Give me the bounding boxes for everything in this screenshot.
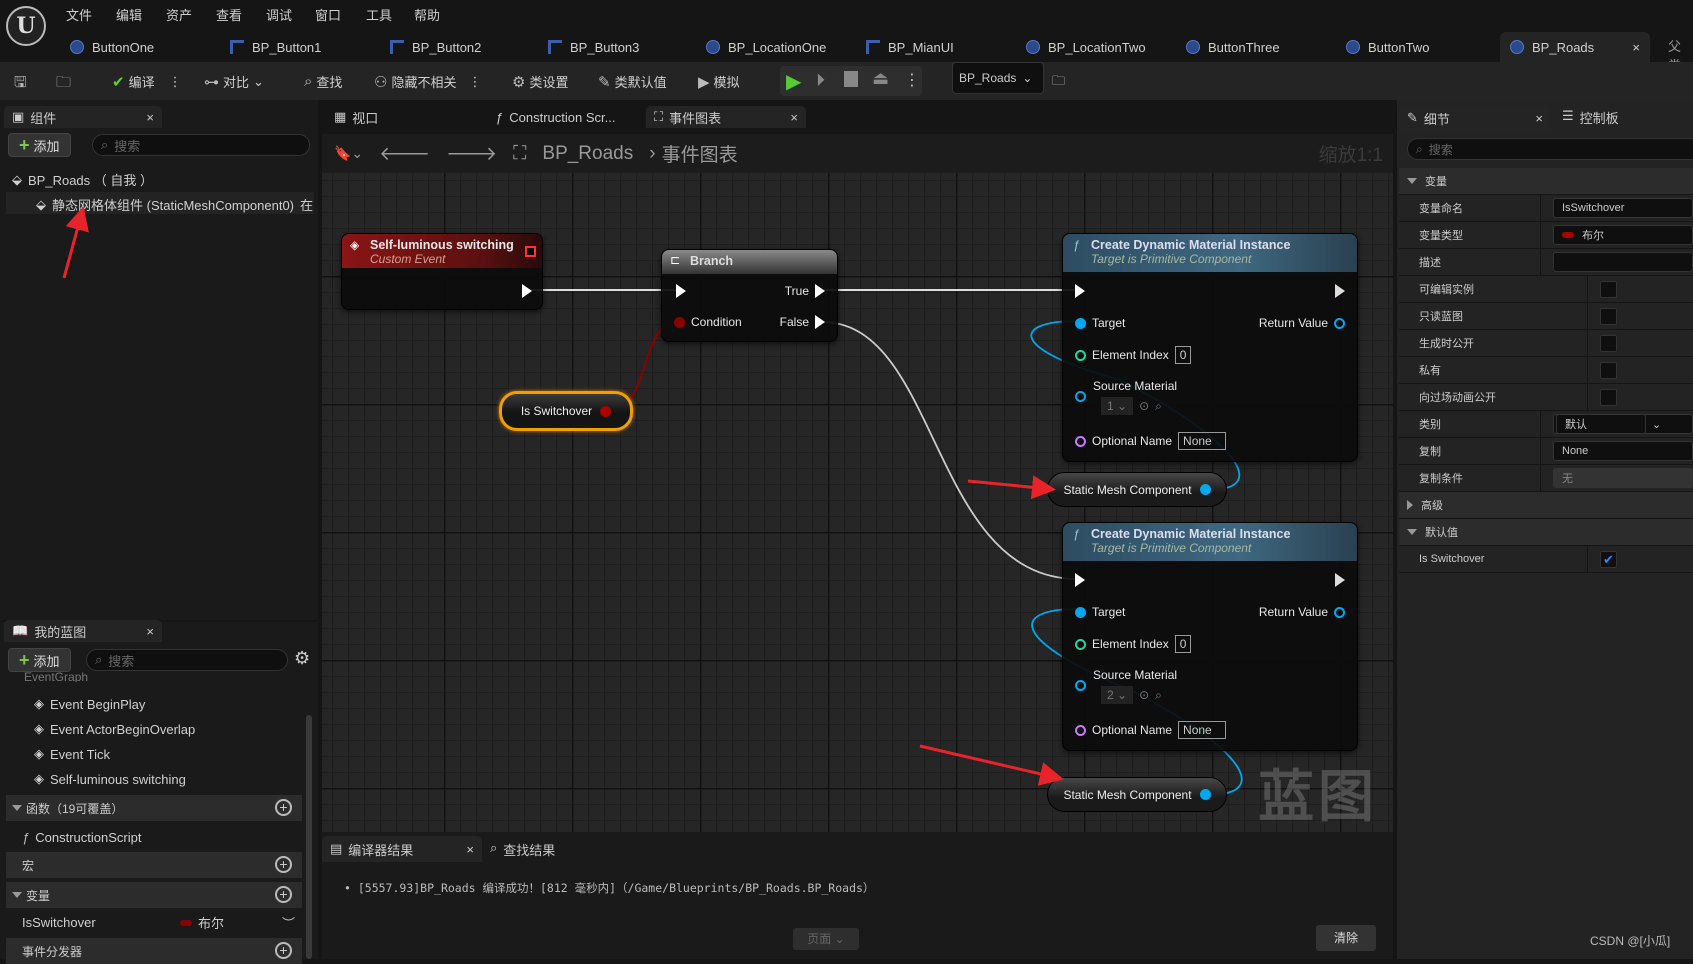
property-label: 变量命名 (1399, 195, 1541, 221)
property-label: Is Switchover (1399, 546, 1588, 572)
defaults-category[interactable]: 默认值 (1399, 519, 1693, 546)
compile-message: • [5557.93]BP_Roads 编译成功！[812 毫秒内]（/Game… (344, 881, 875, 895)
close-icon[interactable]: × (1535, 111, 1543, 126)
checkbox[interactable] (1600, 388, 1617, 406)
combo-value: 默认 (1556, 414, 1646, 434)
collapsed-icon (1407, 500, 1413, 510)
select-value: 无 (1562, 473, 1573, 485)
terminal-icon: ▤ (330, 841, 343, 856)
property-row: 变量命名 IsSwitchover (1399, 195, 1693, 222)
details-pencil-icon: ✎ (1407, 110, 1418, 125)
watermark-credit: CSDN @[小瓜] (1590, 934, 1671, 948)
close-icon[interactable]: × (466, 842, 474, 857)
search-icon: ⌕ (1416, 141, 1423, 156)
tab-details[interactable]: ✎ 细节 × (1399, 106, 1551, 130)
checkbox[interactable] (1600, 307, 1617, 325)
variable-type-select[interactable]: 布尔 (1553, 225, 1693, 245)
property-row: 向过场动画公开 (1399, 384, 1693, 411)
category-label: 高级 (1421, 500, 1443, 512)
expand-icon (1407, 529, 1417, 535)
select-value: None (1562, 445, 1589, 457)
property-label: 变量类型 (1399, 222, 1541, 248)
tab-label: 编译器结果 (348, 842, 414, 858)
property-row: 复制 None (1399, 438, 1693, 465)
property-label: 向过场动画公开 (1399, 384, 1588, 410)
tab-compiler-results[interactable]: ▤ 编译器结果 × (322, 836, 482, 862)
property-label: 复制 (1399, 438, 1541, 464)
expand-icon (1407, 178, 1417, 184)
text-input[interactable] (1553, 252, 1693, 272)
is-switchover-checkbox[interactable]: ✔ (1600, 550, 1617, 568)
property-label: 复制条件 (1399, 465, 1541, 491)
property-row: 私有 (1399, 357, 1693, 384)
category-combo[interactable]: 默认 ⌄ (1553, 414, 1693, 434)
property-row: 复制条件 无 (1399, 465, 1693, 492)
annotation-arrow (62, 206, 89, 279)
checkbox[interactable] (1600, 334, 1617, 352)
tab-label: 细节 (1423, 111, 1450, 127)
bool-type-icon (1562, 232, 1574, 238)
search-placeholder: 搜索 (1428, 142, 1453, 157)
property-row: 类别 默认 ⌄ (1399, 411, 1693, 438)
select-value: 布尔 (1582, 230, 1604, 242)
page-select[interactable]: 页面 ⌄ (793, 928, 859, 950)
property-row: 只读蓝图 (1399, 303, 1693, 330)
default-is-switchover-row: Is Switchover ✔ (1399, 546, 1693, 573)
property-row: 生成时公开 (1399, 330, 1693, 357)
page-label: 页面 (807, 932, 832, 946)
details-panel: ✎ 细节 × ☰ 控制板 ⌕ 搜索 变量 变量命名 IsSwitchover 变量类型 布尔描… (1397, 100, 1693, 959)
advanced-category[interactable]: 高级 (1399, 492, 1693, 519)
property-label: 生成时公开 (1399, 330, 1588, 356)
category-label: 默认值 (1425, 527, 1458, 539)
category-label: 变量 (1425, 176, 1447, 188)
property-label: 只读蓝图 (1399, 303, 1588, 329)
property-label: 可编辑实例 (1399, 276, 1588, 302)
annotation-arrow (919, 744, 1064, 786)
checkbox[interactable] (1600, 280, 1617, 298)
variables-category[interactable]: 变量 (1399, 168, 1693, 195)
property-label: 描述 (1399, 249, 1541, 275)
message-text: [5557.93]BP_Roads 编译成功！[812 毫秒内]（/Game/B… (357, 881, 875, 895)
tab-label: 控制板 (1579, 111, 1619, 126)
property-row: 可编辑实例 (1399, 276, 1693, 303)
clear-button[interactable]: 清除 (1316, 925, 1376, 951)
tab-label: 查找结果 (503, 843, 556, 858)
property-label: 类别 (1399, 411, 1541, 437)
select[interactable]: 无 (1553, 468, 1693, 488)
tab-find-results[interactable]: ⌕ 查找结果 (490, 840, 555, 859)
annotation-arrow (967, 475, 1056, 500)
property-label: 私有 (1399, 357, 1588, 383)
tab-palette[interactable]: ☰ 控制板 (1562, 108, 1619, 127)
property-row: 描述 (1399, 249, 1693, 276)
list-icon: ☰ (1562, 108, 1574, 123)
details-list: 变量 变量命名 IsSwitchover 变量类型 布尔描述 可编辑实例 只读蓝图 生成时公… (1399, 168, 1693, 573)
details-search-input[interactable]: ⌕ 搜索 (1407, 138, 1693, 160)
checkbox[interactable] (1600, 361, 1617, 379)
select[interactable]: None (1553, 441, 1693, 461)
search-icon: ⌕ (490, 840, 498, 855)
text-input[interactable]: IsSwitchover (1553, 198, 1693, 218)
property-row: 变量类型 布尔 (1399, 222, 1693, 249)
